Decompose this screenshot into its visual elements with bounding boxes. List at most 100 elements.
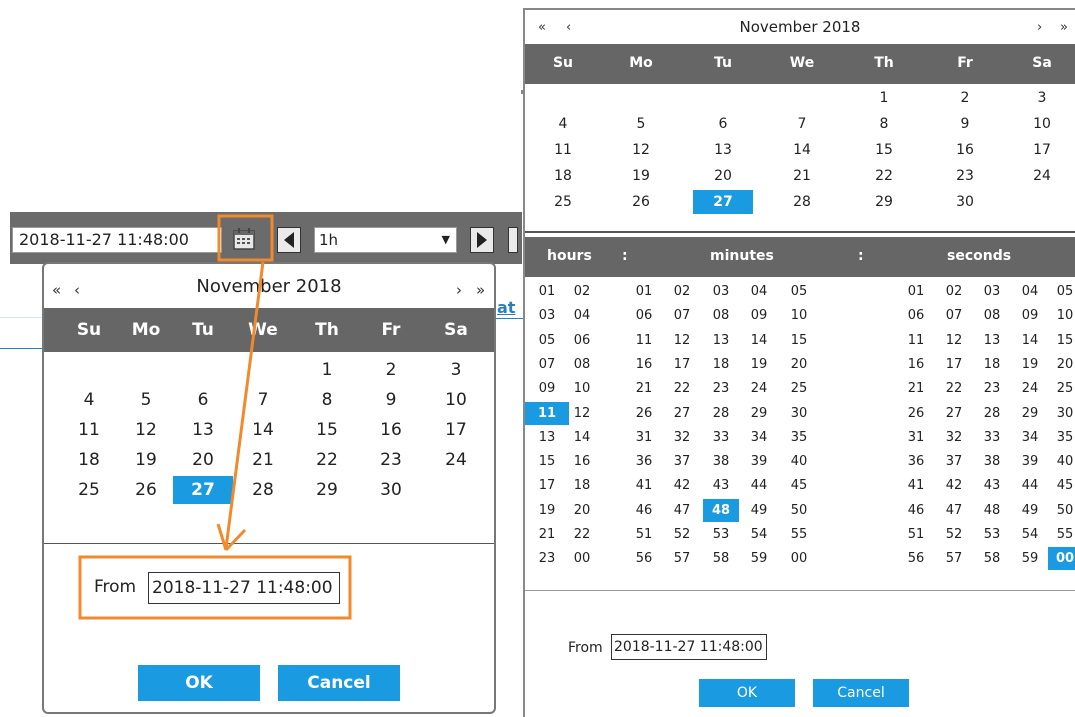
- day-cell[interactable]: 29: [297, 476, 357, 504]
- second-cell[interactable]: 42: [937, 474, 971, 497]
- day-cell[interactable]: 16: [935, 138, 995, 162]
- minute-cell[interactable]: 50: [781, 499, 817, 522]
- day-cell[interactable]: 9: [935, 112, 995, 136]
- day-cell[interactable]: 30: [361, 476, 421, 504]
- second-cell[interactable]: 11: [899, 329, 933, 352]
- minute-cell[interactable]: 41: [626, 474, 662, 497]
- day-cell[interactable]: 29: [854, 190, 914, 214]
- day-cell[interactable]: 19: [116, 446, 176, 474]
- hour-cell[interactable]: 00: [560, 547, 604, 570]
- minute-cell[interactable]: 00: [781, 547, 817, 570]
- second-cell[interactable]: 10: [1048, 304, 1075, 327]
- minute-cell[interactable]: 44: [741, 474, 777, 497]
- day-cell[interactable]: 6: [693, 112, 753, 136]
- second-cell[interactable]: 58: [975, 547, 1009, 570]
- datetime-input[interactable]: 2018-11-27 11:48:00: [12, 227, 222, 253]
- second-cell[interactable]: 02: [937, 280, 971, 303]
- minute-cell[interactable]: 40: [781, 450, 817, 473]
- day-cell[interactable]: 3: [426, 356, 486, 384]
- day-cell[interactable]: 13: [173, 416, 233, 444]
- second-cell[interactable]: 39: [1013, 450, 1047, 473]
- hour-cell[interactable]: 08: [560, 353, 604, 376]
- minute-cell[interactable]: 18: [703, 353, 739, 376]
- second-cell[interactable]: 23: [975, 377, 1009, 400]
- minute-cell[interactable]: 19: [741, 353, 777, 376]
- minute-cell[interactable]: 35: [781, 426, 817, 449]
- day-cell[interactable]: 27: [173, 476, 233, 504]
- second-cell[interactable]: 08: [975, 304, 1009, 327]
- from-input[interactable]: 2018-11-27 11:48:00: [148, 572, 340, 604]
- second-cell[interactable]: 12: [937, 329, 971, 352]
- hour-cell[interactable]: 18: [560, 474, 604, 497]
- minute-cell[interactable]: 22: [664, 377, 700, 400]
- nav-last-button[interactable]: »: [1060, 20, 1068, 35]
- minute-cell[interactable]: 21: [626, 377, 662, 400]
- day-cell[interactable]: 7: [233, 386, 293, 414]
- minute-cell[interactable]: 46: [626, 499, 662, 522]
- minute-cell[interactable]: 04: [741, 280, 777, 303]
- second-cell[interactable]: 30: [1048, 402, 1075, 425]
- ok-button[interactable]: OK: [699, 679, 795, 707]
- day-cell[interactable]: 23: [361, 446, 421, 474]
- second-cell[interactable]: 31: [899, 426, 933, 449]
- month-title[interactable]: November 2018: [525, 18, 1075, 36]
- second-cell[interactable]: 16: [899, 353, 933, 376]
- minute-cell[interactable]: 33: [703, 426, 739, 449]
- nav-next-button[interactable]: ›: [1037, 20, 1042, 35]
- minute-cell[interactable]: 56: [626, 547, 662, 570]
- hour-cell[interactable]: 20: [560, 499, 604, 522]
- day-cell[interactable]: 27: [693, 190, 753, 214]
- minute-cell[interactable]: 16: [626, 353, 662, 376]
- second-cell[interactable]: 15: [1048, 329, 1075, 352]
- second-cell[interactable]: 47: [937, 499, 971, 522]
- hour-cell[interactable]: 04: [560, 304, 604, 327]
- day-cell[interactable]: 3: [1012, 86, 1072, 110]
- second-cell[interactable]: 26: [899, 402, 933, 425]
- minute-cell[interactable]: 59: [741, 547, 777, 570]
- day-cell[interactable]: 2: [935, 86, 995, 110]
- second-cell[interactable]: 44: [1013, 474, 1047, 497]
- day-cell[interactable]: 11: [533, 138, 593, 162]
- background-link[interactable]: at: [497, 298, 515, 317]
- second-cell[interactable]: 40: [1048, 450, 1075, 473]
- day-cell[interactable]: 22: [297, 446, 357, 474]
- prev-range-button[interactable]: [277, 227, 301, 253]
- calendar-button[interactable]: [228, 226, 260, 254]
- day-cell[interactable]: 8: [297, 386, 357, 414]
- day-cell[interactable]: 28: [772, 190, 832, 214]
- minute-cell[interactable]: 49: [741, 499, 777, 522]
- hour-cell[interactable]: 12: [560, 402, 604, 425]
- day-cell[interactable]: 15: [297, 416, 357, 444]
- minute-cell[interactable]: 26: [626, 402, 662, 425]
- minute-cell[interactable]: 55: [781, 523, 817, 546]
- day-cell[interactable]: 16: [361, 416, 421, 444]
- day-cell[interactable]: 26: [611, 190, 671, 214]
- second-cell[interactable]: 55: [1048, 523, 1075, 546]
- day-cell[interactable]: 14: [772, 138, 832, 162]
- minute-cell[interactable]: 08: [703, 304, 739, 327]
- minute-cell[interactable]: 15: [781, 329, 817, 352]
- minute-cell[interactable]: 11: [626, 329, 662, 352]
- day-cell[interactable]: 4: [533, 112, 593, 136]
- minute-cell[interactable]: 36: [626, 450, 662, 473]
- second-cell[interactable]: 17: [937, 353, 971, 376]
- day-cell[interactable]: 17: [426, 416, 486, 444]
- second-cell[interactable]: 24: [1013, 377, 1047, 400]
- ok-button[interactable]: OK: [138, 665, 260, 701]
- day-cell[interactable]: 20: [173, 446, 233, 474]
- day-cell[interactable]: 1: [297, 356, 357, 384]
- minute-cell[interactable]: 17: [664, 353, 700, 376]
- day-cell[interactable]: 6: [173, 386, 233, 414]
- second-cell[interactable]: 50: [1048, 499, 1075, 522]
- range-select[interactable]: 1h ▼: [314, 227, 457, 253]
- day-cell[interactable]: 5: [116, 386, 176, 414]
- day-cell[interactable]: 22: [854, 164, 914, 188]
- day-cell[interactable]: 4: [59, 386, 119, 414]
- hour-cell[interactable]: 06: [560, 329, 604, 352]
- second-cell[interactable]: 52: [937, 523, 971, 546]
- minute-cell[interactable]: 05: [781, 280, 817, 303]
- minute-cell[interactable]: 58: [703, 547, 739, 570]
- day-cell[interactable]: 30: [935, 190, 995, 214]
- minute-cell[interactable]: 45: [781, 474, 817, 497]
- day-cell[interactable]: 19: [611, 164, 671, 188]
